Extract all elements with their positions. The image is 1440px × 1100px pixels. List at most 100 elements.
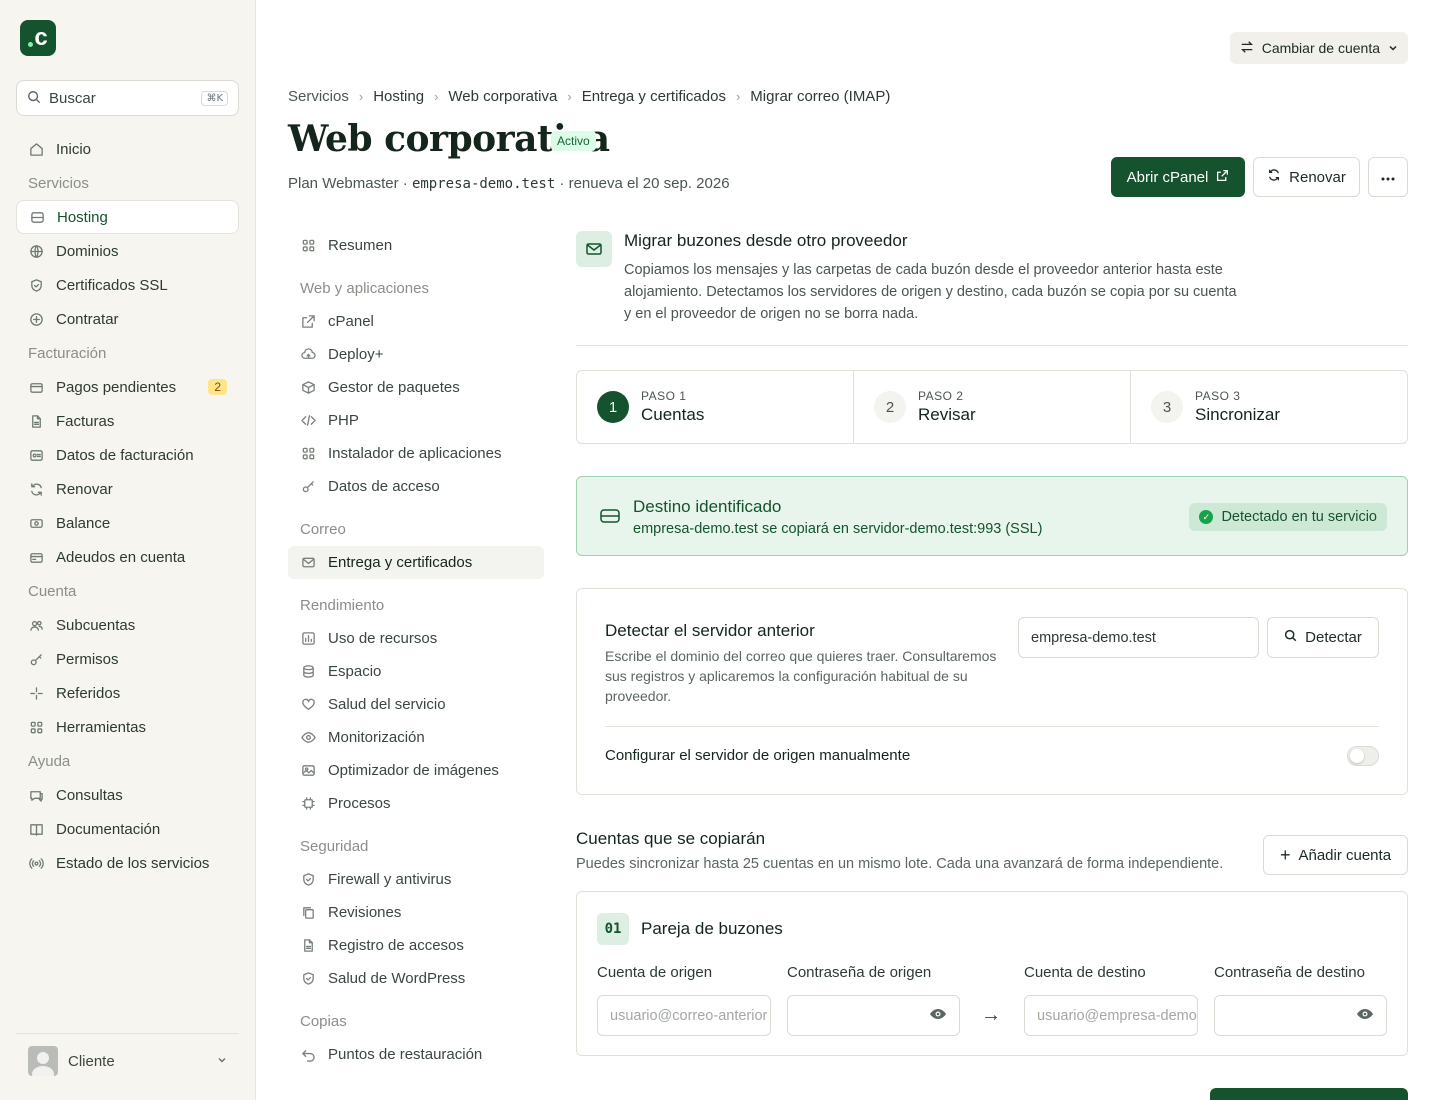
subnav-item-label: Procesos <box>328 795 391 812</box>
pair-number: 01 <box>597 913 629 945</box>
source-domain-input[interactable]: empresa-demo.test <box>1018 617 1259 658</box>
subnav-item-revisiones[interactable]: Revisiones <box>288 896 544 929</box>
subnav-item-datos-de-acceso[interactable]: Datos de acceso <box>288 470 544 503</box>
subnav-item-registro-de-accesos[interactable]: Registro de accesos <box>288 929 544 962</box>
search-shortcut: ⌘K <box>201 90 228 106</box>
breadcrumb-item[interactable]: Entrega y certificados <box>582 88 726 105</box>
breadcrumb-item[interactable]: Hosting <box>373 88 424 105</box>
main-nav: Inicio Servicios Hosting Dominios Certificad… <box>16 132 239 880</box>
source-account-input[interactable]: usuario@correo-anterior <box>597 995 771 1036</box>
subnav-item-monitorizacion[interactable]: Monitorización <box>288 721 544 754</box>
detect-text: Escribe el dominio del correo que quiere… <box>605 648 997 704</box>
intro-title: Migrar buzones desde otro proveedor <box>624 231 908 250</box>
source-password-label: Contraseña de origen <box>787 964 932 981</box>
breadcrumb-item[interactable]: Web corporativa <box>448 88 557 105</box>
check-circle-icon: ✓ <box>1199 510 1214 524</box>
subnav-section-label: Web y aplicaciones <box>300 280 429 297</box>
manual-config-toggle[interactable] <box>1347 746 1379 766</box>
plus-icon: + <box>1279 845 1291 865</box>
eye-icon[interactable] <box>929 1008 947 1024</box>
subnav-item-instalador-de-aplicaciones[interactable]: Instalador de aplicaciones <box>288 437 544 470</box>
subnav-item-label: Puntos de restauración <box>328 1046 483 1063</box>
subnav-item-deploy[interactable]: Deploy+ <box>288 338 544 371</box>
globe-icon <box>28 243 44 259</box>
subnav-item-label: Espacio <box>328 663 382 680</box>
subnav-item-espacio[interactable]: Espacio <box>288 655 544 688</box>
sidebar-item-estado-de-los-servicios[interactable]: Estado de los servicios <box>16 846 239 880</box>
subnav-item-cpanel[interactable]: cPanel <box>288 305 544 338</box>
eye-icon[interactable] <box>1356 1008 1374 1024</box>
search-input[interactable]: Buscar ⌘K <box>16 80 239 116</box>
step-1[interactable]: 1 PASO 1 Cuentas <box>577 371 854 443</box>
subnav-item-puntos-de-restauracion[interactable]: Puntos de restauración <box>288 1038 544 1071</box>
external-link-icon <box>1216 169 1229 186</box>
banknote-icon <box>28 515 44 531</box>
sidebar-item-balance[interactable]: Balance <box>16 506 239 540</box>
chevron-right-icon: › <box>358 89 364 104</box>
sidebar-item-facturas[interactable]: Facturas <box>16 404 239 438</box>
user-menu[interactable]: Cliente <box>16 1033 239 1076</box>
sidebar-item-consultas[interactable]: Consultas <box>16 778 239 812</box>
continue-button[interactable] <box>1210 1088 1408 1100</box>
chevron-down-icon <box>217 1054 227 1068</box>
sidebar-section-label: Servicios <box>28 174 89 192</box>
source-password-input[interactable] <box>787 995 960 1036</box>
sidebar-item-contratar[interactable]: Contratar <box>16 302 239 336</box>
subnav-item-procesos[interactable]: Procesos <box>288 787 544 820</box>
renew-date: renueva el 20 sep. 2026 <box>568 175 730 192</box>
detect-button[interactable]: Detectar <box>1267 617 1379 658</box>
breadcrumb-item[interactable]: Servicios <box>288 88 349 105</box>
step-3[interactable]: 3 PASO 3 Sincronizar <box>1131 371 1407 443</box>
subnav-item-gestor-de-paquetes[interactable]: Gestor de paquetes <box>288 371 544 404</box>
subnav-item-uso-de-recursos[interactable]: Uso de recursos <box>288 622 544 655</box>
sidebar-item-hosting[interactable]: Hosting <box>16 200 239 234</box>
logo[interactable]: c <box>20 20 56 56</box>
sidebar-item-documentacion[interactable]: Documentación <box>16 812 239 846</box>
status-badge: Activo <box>551 131 596 151</box>
subnav-item-firewall-y-antivirus[interactable]: Firewall y antivirus <box>288 863 544 896</box>
more-options-button[interactable] <box>1368 157 1408 197</box>
sidebar-item-pagos-pendientes[interactable]: Pagos pendientes 2 <box>16 370 239 404</box>
chevron-right-icon: › <box>735 89 741 104</box>
sidebar-item-subcuentas[interactable]: Subcuentas <box>16 608 239 642</box>
sidebar-item-certificados-ssl[interactable]: Certificados SSL <box>16 268 239 302</box>
search-placeholder: Buscar <box>49 89 96 107</box>
subnav-item-entrega-y-certificados[interactable]: Entrega y certificados <box>288 546 544 579</box>
open-cpanel-button[interactable]: Abrir cPanel <box>1111 157 1245 197</box>
divider <box>605 726 1379 727</box>
subnav-item-php[interactable]: PHP <box>288 404 544 437</box>
key-icon <box>300 479 316 495</box>
subnav-section-label: Seguridad <box>300 838 369 855</box>
divider <box>576 345 1408 346</box>
step-number: 2 <box>874 391 906 423</box>
subnav-item-label: Gestor de paquetes <box>328 379 460 396</box>
home-icon <box>28 141 44 157</box>
source-account-label: Cuenta de origen <box>597 964 713 981</box>
broadcast-icon <box>28 855 44 871</box>
step-2[interactable]: 2 PASO 2 Revisar <box>854 371 1131 443</box>
sidebar-item-permisos[interactable]: Permisos <box>16 642 239 676</box>
search-icon <box>1284 629 1297 646</box>
sidebar-item-adeudos-en-cuenta[interactable]: Adeudos en cuenta <box>16 540 239 574</box>
subnav-item-salud-de-wordpress[interactable]: Salud de WordPress <box>288 962 544 995</box>
subnav-item-optimizador-de-imagenes[interactable]: Optimizador de imágenes <box>288 754 544 787</box>
chart-icon <box>300 631 316 647</box>
renew-button[interactable]: Renovar <box>1253 157 1360 197</box>
sidebar-item-referidos[interactable]: Referidos <box>16 676 239 710</box>
subnav-item-resumen[interactable]: Resumen <box>288 229 544 262</box>
subnav-item-label: Salud de WordPress <box>328 970 466 987</box>
manual-config-label: Configurar el servidor de origen manualm… <box>605 747 911 764</box>
sidebar-item-inicio[interactable]: Inicio <box>16 132 239 166</box>
sidebar-item-renovar[interactable]: Renovar <box>16 472 239 506</box>
destination-account-input[interactable]: usuario@empresa-demo.test <box>1024 995 1198 1036</box>
destination-password-input[interactable] <box>1214 995 1387 1036</box>
sidebar-item-dominios[interactable]: Dominios <box>16 234 239 268</box>
package-icon <box>300 380 316 396</box>
sidebar-item-datos-de-facturacion[interactable]: Datos de facturación <box>16 438 239 472</box>
add-account-button[interactable]: + Añadir cuenta <box>1263 835 1408 875</box>
sidebar-item-herramientas[interactable]: Herramientas <box>16 710 239 744</box>
subnav-item-label: Entrega y certificados <box>328 554 473 571</box>
plus-circle-icon <box>28 311 44 327</box>
subnav-item-salud-del-servicio[interactable]: Salud del servicio <box>288 688 544 721</box>
switch-account-button[interactable]: Cambiar de cuenta <box>1229 32 1408 64</box>
